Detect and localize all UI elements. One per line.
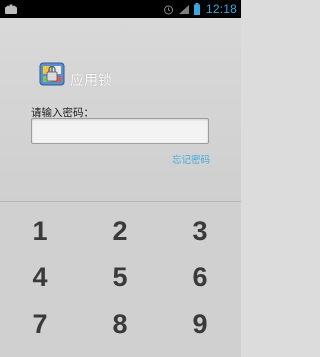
key-7[interactable]: 7 xyxy=(0,300,80,348)
key-6[interactable]: 6 xyxy=(160,253,240,301)
app-title: 应用锁 xyxy=(70,73,112,89)
status-bar: 12:18 xyxy=(0,0,241,18)
key-1[interactable]: 1 xyxy=(0,207,80,255)
android-debug-icon xyxy=(5,4,17,14)
clock-time: 12:18 xyxy=(205,2,237,16)
forgot-password-link[interactable]: 忘记密码 xyxy=(172,152,210,166)
key-9[interactable]: 9 xyxy=(160,300,240,348)
app-lock-icon xyxy=(39,62,65,86)
alarm-clock-icon xyxy=(163,5,173,14)
key-2[interactable]: 2 xyxy=(80,207,160,255)
battery-icon xyxy=(193,3,200,15)
signal-icon xyxy=(178,4,189,14)
status-icons: 12:18 xyxy=(163,0,237,18)
key-8[interactable]: 8 xyxy=(80,300,160,348)
key-4[interactable]: 4 xyxy=(0,253,80,301)
key-3[interactable]: 3 xyxy=(160,207,240,255)
password-input[interactable] xyxy=(31,118,209,144)
key-5[interactable]: 5 xyxy=(80,253,160,301)
number-keypad: 1 2 3 4 5 6 7 8 9 xyxy=(0,201,241,357)
